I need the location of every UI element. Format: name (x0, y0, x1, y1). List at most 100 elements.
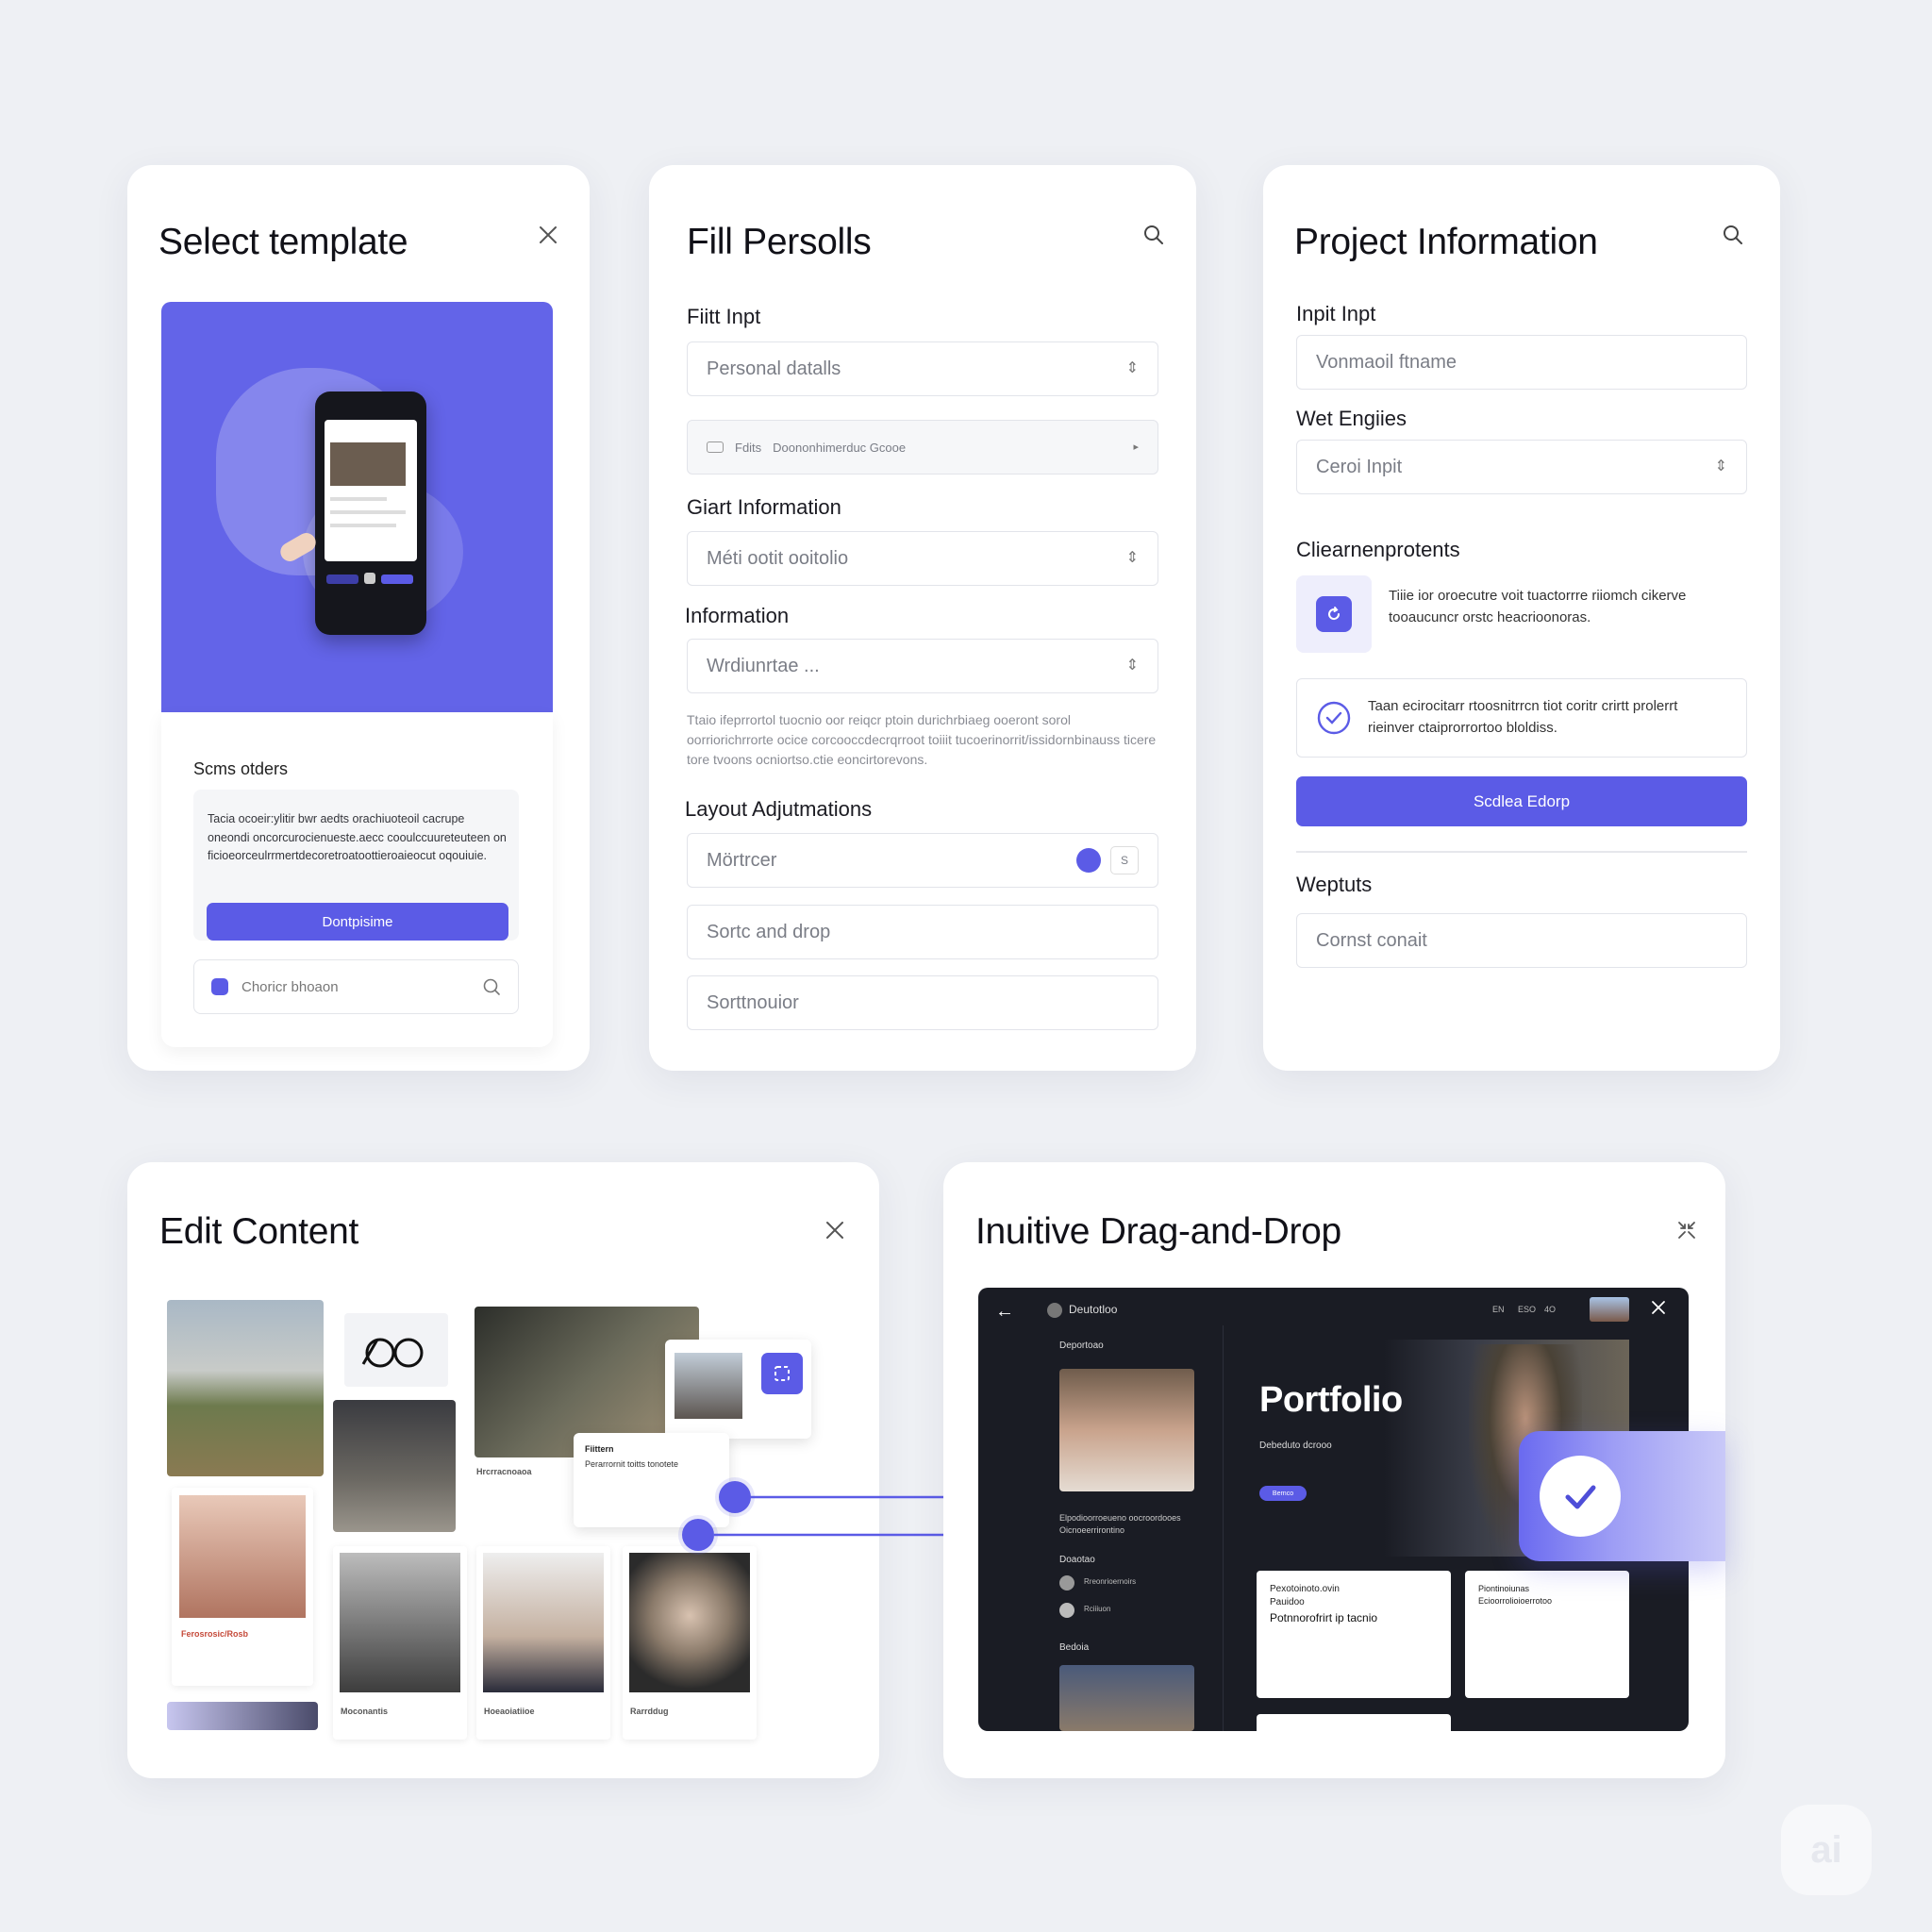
sidebar-item[interactable]: Rciiiuon (1084, 1605, 1110, 1613)
couple-photo[interactable] (1059, 1369, 1194, 1491)
expand-icon[interactable] (761, 1353, 803, 1394)
content-tile[interactable]: Pexotoinoto.ovin Pauidoo Potnnorofrirt i… (1257, 1571, 1451, 1698)
caption-text: Rarrddug (630, 1707, 669, 1716)
tile-subtitle: Pauidoo (1270, 1597, 1305, 1607)
caption-text: Ferosrosic/Rosb (181, 1629, 249, 1639)
portrait-card[interactable]: Ferosrosic/Rosb (172, 1488, 313, 1686)
field-value: Personal datalls (707, 358, 841, 379)
strip-photo (167, 1702, 318, 1730)
close-icon[interactable] (1650, 1299, 1667, 1321)
search-icon[interactable] (482, 977, 501, 996)
card-title: Fill Persolls (687, 222, 872, 262)
dontpisime-button[interactable]: Dontpisime (207, 903, 508, 941)
app-name: Deutotloo (1069, 1303, 1118, 1316)
field-label: Information (685, 604, 790, 627)
portfolio-button[interactable]: Bernco (1259, 1486, 1307, 1501)
personal-details-field[interactable]: Personal datalls ⇕ (687, 341, 1158, 396)
topbar-item[interactable]: EN (1492, 1305, 1505, 1314)
drop-success-banner[interactable] (1519, 1431, 1725, 1561)
topbar-item[interactable]: 4O (1544, 1305, 1556, 1314)
sidebar-heading: Deportoao (1059, 1341, 1104, 1351)
sort-option-field[interactable]: Sorttnouior (687, 975, 1158, 1030)
close-icon[interactable] (531, 218, 565, 252)
chevron-right-icon[interactable]: ▸ (1133, 441, 1139, 453)
tile-title: Pexotoinoto.ovin (1270, 1584, 1340, 1594)
file-icon (707, 441, 724, 453)
man-photo-card[interactable]: Rarrddug (623, 1546, 757, 1740)
avatar[interactable] (1590, 1297, 1629, 1322)
client-info-field[interactable]: Méti ootit ooitolio ⇕ (687, 531, 1158, 586)
landscape-photo[interactable] (167, 1300, 324, 1476)
field-label: Layout Adjutmations (685, 797, 873, 821)
sidebar-heading: Doaotao (1059, 1555, 1095, 1565)
search-icon[interactable] (1716, 218, 1750, 252)
stepper-icon[interactable]: ⇕ (1126, 551, 1139, 566)
field-value: Sorttnouior (707, 991, 799, 1013)
ai-watermark: ai (1781, 1805, 1872, 1895)
edit-content-card: Edit Content Hrcrracnoaoa Ferosrosic/Ros… (127, 1162, 879, 1778)
component-item[interactable]: Tiiie ior oroecutre voit tuactorrre riio… (1296, 575, 1747, 653)
sidebar-caption: Elpodioorroeueno oocroordooes Oicnoeerri… (1059, 1513, 1181, 1535)
logo-tile[interactable] (344, 1313, 448, 1387)
collapse-icon[interactable] (1670, 1213, 1704, 1247)
info-popup[interactable]: Fiittern Perarrornit toitts tonotete (574, 1433, 729, 1527)
field-label: Weptuts (1296, 873, 1373, 896)
field-value: Méti ootit ooitolio (707, 547, 849, 569)
caption-text: Moconantis (341, 1707, 389, 1716)
woman-photo-card[interactable]: Hoeaoiatiioe (476, 1546, 610, 1740)
sidebar-heading: Bedoia (1059, 1642, 1090, 1653)
sort-and-drop-field[interactable]: Sortc and drop (687, 905, 1158, 959)
card-title: Inuitive Drag-and-Drop (975, 1211, 1341, 1252)
toggle-knob[interactable] (1076, 848, 1101, 873)
template-preview[interactable] (161, 302, 553, 712)
mini-popup[interactable] (665, 1340, 811, 1439)
drag-handle[interactable] (719, 1481, 751, 1513)
project-information-card: Project Information Inpit Inpt Vonmaoil … (1263, 165, 1780, 1071)
tile-title: Piontinoiunas (1478, 1584, 1530, 1593)
portfolio-subtitle: Debeduto dcrooo (1259, 1441, 1332, 1451)
fill-persolls-card: Fill Persolls Fiitt Inpt Personal datall… (649, 165, 1196, 1071)
layout-toggle-field[interactable]: Mörtrcer S (687, 833, 1158, 888)
field-value: Doononhimerduc Gcooe (773, 440, 907, 455)
content-tile[interactable]: Piontinoiunas Ecioorrolioioerrotoo (1465, 1571, 1629, 1698)
name-field[interactable]: Vonmaoil ftname (1296, 335, 1747, 390)
tile-subtitle: Ecioorrolioioerrotoo (1478, 1596, 1553, 1606)
check-circle-icon (1316, 700, 1352, 741)
card-title: Select template (158, 222, 408, 262)
component-item[interactable]: Taan ecirocitarr rtoosnitrrcn tiot corit… (1296, 678, 1747, 758)
field-value: Ceroi Inpit (1316, 456, 1403, 477)
section-title: Scms otders (193, 759, 289, 778)
field-label: Cliearnenprotents (1296, 538, 1460, 561)
card-title: Project Information (1294, 222, 1598, 262)
tile-heading: Potnnorofrirt ip tacnio (1270, 1611, 1378, 1624)
content-field[interactable]: Cornst conait (1296, 913, 1747, 968)
popup-title: Fiittern (585, 1444, 614, 1454)
app-icon (211, 978, 228, 995)
backpack-photo-card[interactable]: Moconantis (333, 1546, 467, 1740)
thumbnail-photo[interactable] (1059, 1665, 1194, 1731)
card-title: Edit Content (159, 1211, 359, 1252)
sidebar-item[interactable]: Rreonrioernoirs (1084, 1577, 1136, 1586)
field-value: Mörtrcer (707, 849, 777, 871)
description-text: Tacia ocoeir:ylitir bwr aedts orachiuote… (208, 812, 507, 862)
close-icon[interactable] (818, 1213, 852, 1247)
app-logo (1047, 1303, 1062, 1318)
content-tile (1257, 1714, 1451, 1731)
topbar-item[interactable]: ESO (1518, 1305, 1536, 1314)
file-select-field[interactable]: Fdits Doononhimerduc Gcooe ▸ (687, 420, 1158, 475)
stepper-icon[interactable]: ⇕ (1126, 361, 1139, 376)
back-arrow-icon[interactable]: ← (995, 1301, 1014, 1323)
interior-photo[interactable] (333, 1400, 456, 1532)
popup-subtitle: Perarrornit toitts tonotete (585, 1459, 679, 1469)
drag-handle[interactable] (682, 1519, 714, 1551)
stepper-icon[interactable]: ⇕ (1126, 658, 1139, 674)
avatar (1059, 1575, 1074, 1591)
submit-button[interactable]: Scdlea Edorp (1296, 776, 1747, 826)
field-label: Wet Engiies (1296, 407, 1407, 430)
engines-field[interactable]: Ceroi Inpit ⇕ (1296, 440, 1747, 494)
search-icon[interactable] (1137, 218, 1171, 252)
search-bar[interactable]: Choricr bhoaon (193, 959, 519, 1014)
information-field[interactable]: Wrdiunrtae ... ⇕ (687, 639, 1158, 693)
component-description: Tiiie ior oroecutre voit tuactorrre riio… (1389, 588, 1687, 625)
stepper-icon[interactable]: ⇕ (1715, 459, 1727, 475)
